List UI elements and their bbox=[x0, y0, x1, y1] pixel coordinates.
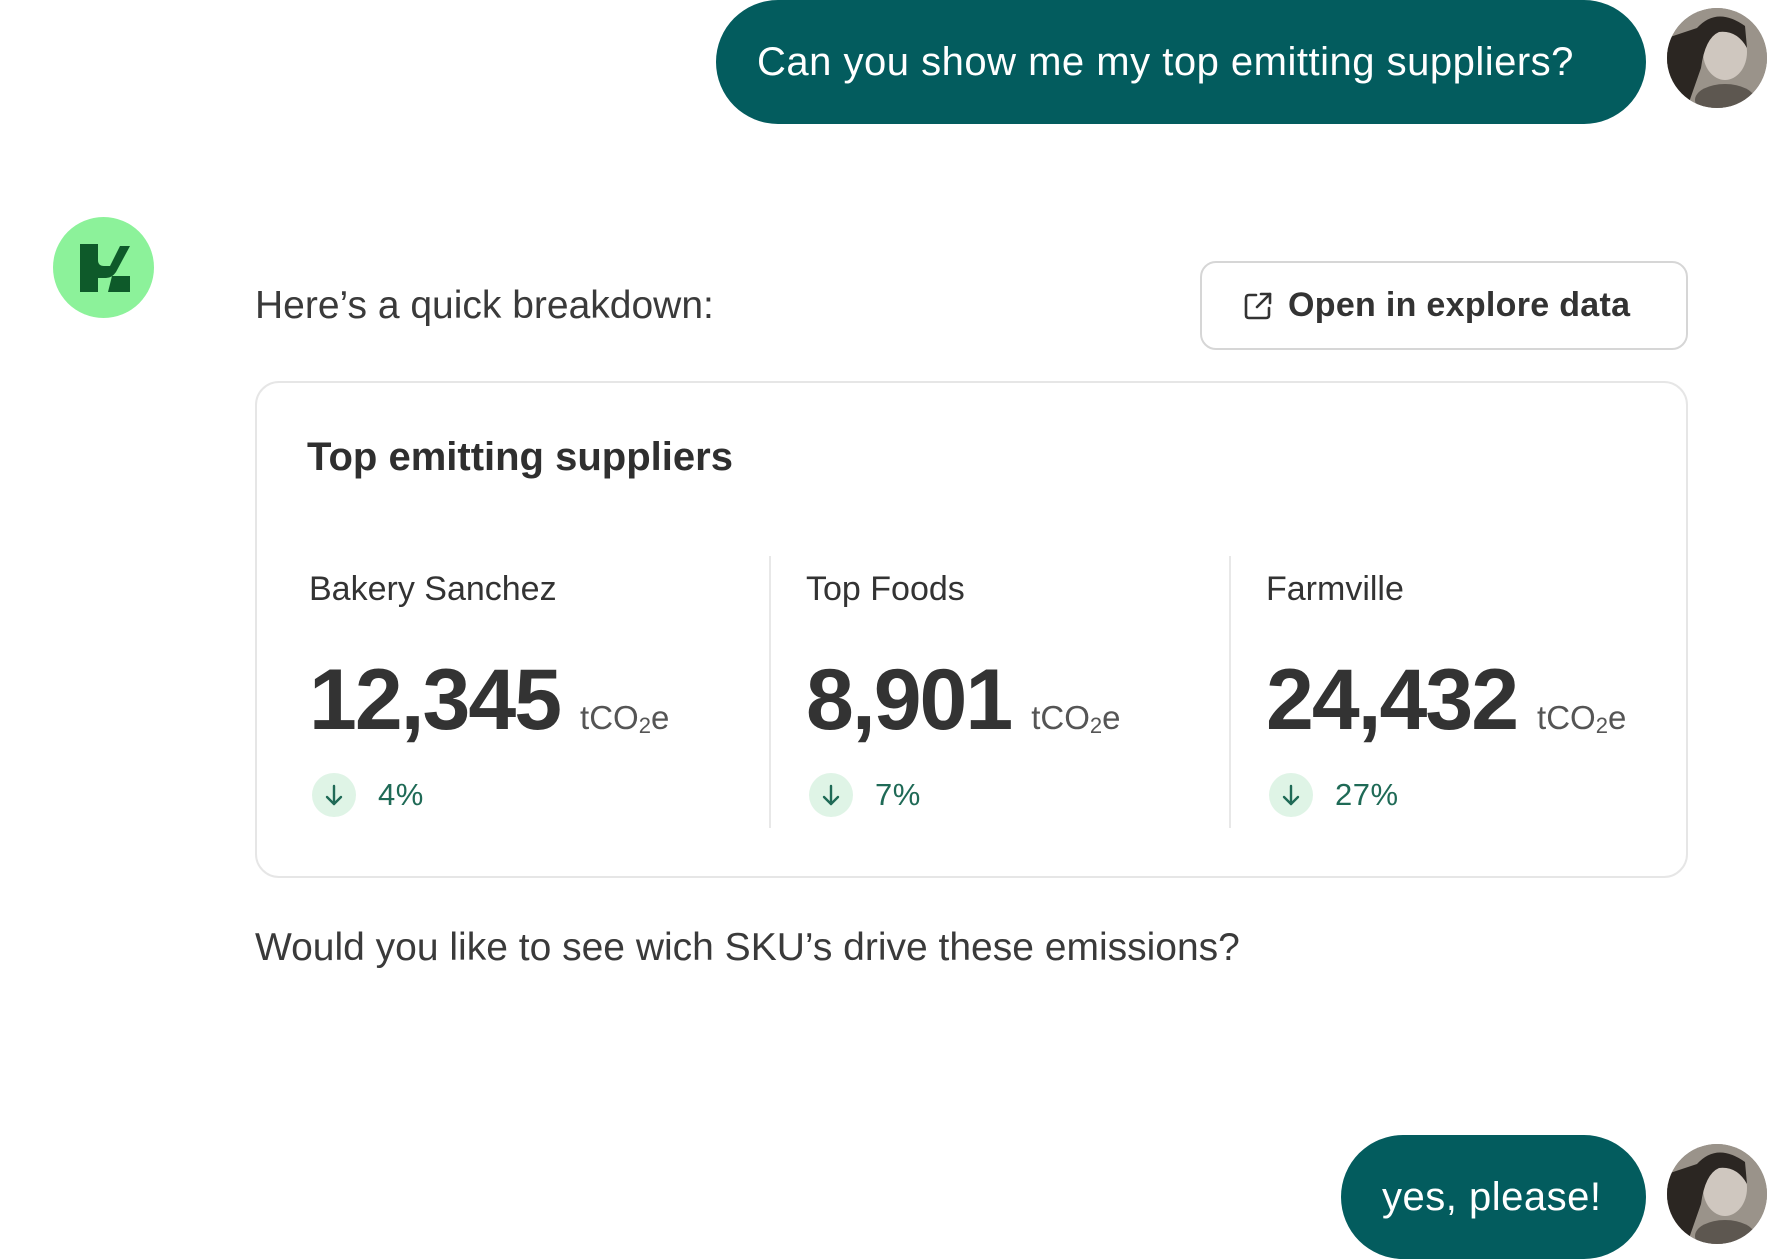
open-in-explore-data-button[interactable]: Open in explore data bbox=[1200, 261, 1688, 350]
card-title: Top emitting suppliers bbox=[307, 435, 733, 479]
user-avatar-photo-icon bbox=[1667, 1144, 1767, 1244]
user-avatar bbox=[1667, 8, 1767, 108]
user-message-bubble: Can you show me my top emitting supplier… bbox=[716, 0, 1646, 124]
change-indicator: 4% bbox=[309, 773, 669, 817]
user-avatar-photo-icon bbox=[1667, 8, 1767, 108]
arrow-down-icon bbox=[809, 773, 853, 817]
change-indicator: 27% bbox=[1266, 773, 1626, 817]
open-in-explore-data-label: Open in explore data bbox=[1288, 286, 1631, 324]
emission-value: 24,432 bbox=[1266, 652, 1519, 748]
external-link-icon bbox=[1242, 290, 1274, 322]
change-percent: 7% bbox=[875, 777, 921, 812]
supplier-name: Bakery Sanchez bbox=[309, 570, 557, 608]
metric-divider bbox=[769, 556, 771, 828]
supplier-name: Top Foods bbox=[806, 570, 965, 608]
change-indicator: 7% bbox=[806, 773, 1121, 817]
assistant-followup-text: Would you like to see wich SKU’s drive t… bbox=[255, 926, 1240, 969]
assistant-intro-text: Here’s a quick breakdown: bbox=[255, 284, 714, 327]
user-message-text: Can you show me my top emitting supplier… bbox=[757, 39, 1574, 84]
emission-unit: tCO2e bbox=[1537, 699, 1627, 738]
emission-value: 8,901 bbox=[806, 652, 1013, 748]
assistant-logo-icon bbox=[53, 217, 154, 318]
top-suppliers-card: Top emitting suppliers Bakery Sanchez 12… bbox=[255, 381, 1688, 878]
change-percent: 27% bbox=[1335, 777, 1399, 812]
supplier-name: Farmville bbox=[1266, 570, 1404, 608]
user-avatar bbox=[1667, 1144, 1767, 1244]
supplier-metric-bakery-sanchez: Bakery Sanchez 12,345 tCO2e 4% bbox=[309, 569, 669, 817]
user-message-text: yes, please! bbox=[1382, 1174, 1602, 1219]
change-percent: 4% bbox=[378, 777, 424, 812]
emission-unit: tCO2e bbox=[580, 699, 670, 738]
supplier-metric-top-foods: Top Foods 8,901 tCO2e 7% bbox=[806, 569, 1121, 817]
user-message-bubble: yes, please! bbox=[1341, 1135, 1646, 1259]
emission-unit: tCO2e bbox=[1031, 699, 1121, 738]
supplier-metric-farmville: Farmville 24,432 tCO2e 27% bbox=[1266, 569, 1626, 817]
metric-divider bbox=[1229, 556, 1231, 828]
arrow-down-icon bbox=[1269, 773, 1313, 817]
emission-value: 12,345 bbox=[309, 652, 562, 748]
arrow-down-icon bbox=[312, 773, 356, 817]
